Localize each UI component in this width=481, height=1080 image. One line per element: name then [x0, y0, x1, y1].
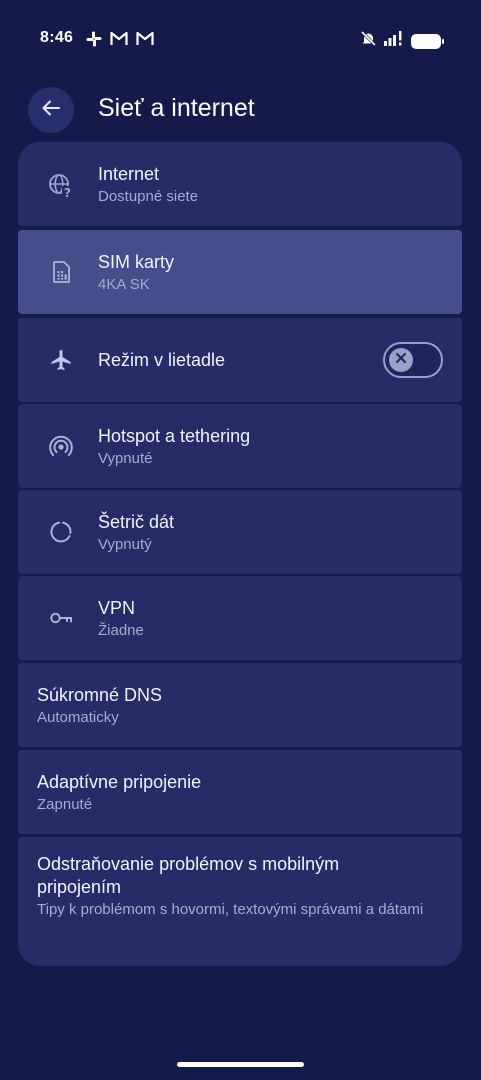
slack-icon — [86, 31, 102, 47]
toggle-off-knob — [389, 348, 413, 372]
data-saver-title: Šetrič dát — [98, 512, 175, 532]
sim-cards-title: SIM karty — [98, 252, 175, 272]
screen: 8:46 Sieť a internet ? Internet Dostupné… — [0, 0, 481, 1080]
adaptive-connectivity-subtitle: Zapnuté — [37, 796, 93, 813]
airplane-mode-text: Režim v lietadle — [98, 349, 362, 372]
vpn-subtitle: Žiadne — [98, 622, 144, 639]
troubleshooting-title: Odstraňovanie problémov s mobilným pripo… — [37, 854, 340, 897]
troubleshooting-text: Odstraňovanie problémov s mobilným pripo… — [37, 853, 428, 920]
private-dns-item[interactable]: Súkromné DNS Automaticky — [18, 663, 462, 747]
status-time: 8:46 — [40, 29, 74, 46]
gmail-icon — [110, 31, 128, 47]
sim-cards-item[interactable]: SIM karty 4KA SK — [18, 230, 462, 314]
key-icon — [48, 605, 74, 631]
status-bar: 8:46 — [0, 0, 481, 80]
hotspot-subtitle: Vypnuté — [98, 450, 153, 467]
airplane-mode-item[interactable]: Režim v lietadle — [18, 318, 462, 402]
vpn-title: VPN — [98, 598, 136, 618]
sim-cards-text: SIM karty 4KA SK — [98, 251, 442, 295]
airplane-mode-toggle[interactable] — [383, 342, 443, 378]
internet-title: Internet — [98, 164, 160, 184]
svg-text:?: ? — [64, 186, 71, 198]
sim-cards-subtitle: 4KA SK — [98, 276, 150, 293]
hotspot-item[interactable]: Hotspot a tethering Vypnuté — [18, 404, 462, 488]
hotspot-title: Hotspot a tethering — [98, 426, 251, 446]
back-button[interactable] — [28, 87, 74, 133]
troubleshooting-item[interactable]: Odstraňovanie problémov s mobilným pripo… — [18, 837, 462, 966]
data-saver-icon — [48, 519, 74, 545]
private-dns-text: Súkromné DNS Automaticky — [37, 684, 442, 728]
battery-icon — [411, 33, 444, 49]
close-icon — [395, 351, 407, 369]
airplane-icon — [48, 347, 74, 373]
adaptive-connectivity-item[interactable]: Adaptívne pripojenie Zapnuté — [18, 750, 462, 834]
private-dns-title: Súkromné DNS — [37, 685, 163, 705]
private-dns-subtitle: Automaticky — [37, 709, 119, 726]
vpn-text: VPN Žiadne — [98, 597, 442, 641]
hotspot-icon — [48, 433, 74, 459]
notification-icons — [86, 31, 154, 47]
globe-question-icon: ? — [48, 172, 74, 198]
mute-icon — [360, 30, 377, 52]
status-right — [360, 30, 444, 52]
page-title: Sieť a internet — [98, 94, 255, 122]
internet-item[interactable]: ? Internet Dostupné siete — [18, 142, 462, 226]
internet-subtitle: Dostupné siete — [98, 188, 199, 205]
airplane-mode-title: Režim v lietadle — [98, 350, 226, 370]
data-saver-item[interactable]: Šetrič dát Vypnutý — [18, 490, 462, 574]
data-saver-text: Šetrič dát Vypnutý — [98, 511, 442, 555]
gmail-icon — [136, 31, 154, 47]
arrow-left-icon — [40, 97, 62, 124]
home-indicator[interactable] — [177, 1062, 304, 1067]
adaptive-connectivity-title: Adaptívne pripojenie — [37, 772, 202, 792]
hotspot-text: Hotspot a tethering Vypnuté — [98, 425, 442, 469]
signal-icon — [384, 31, 404, 51]
sim-card-icon — [48, 259, 74, 285]
troubleshooting-subtitle: Tipy k problémom s hovormi, textovými sp… — [37, 901, 424, 918]
vpn-item[interactable]: VPN Žiadne — [18, 576, 462, 660]
data-saver-subtitle: Vypnutý — [98, 536, 152, 553]
adaptive-connectivity-text: Adaptívne pripojenie Zapnuté — [37, 771, 442, 815]
internet-text: Internet Dostupné siete — [98, 163, 442, 207]
